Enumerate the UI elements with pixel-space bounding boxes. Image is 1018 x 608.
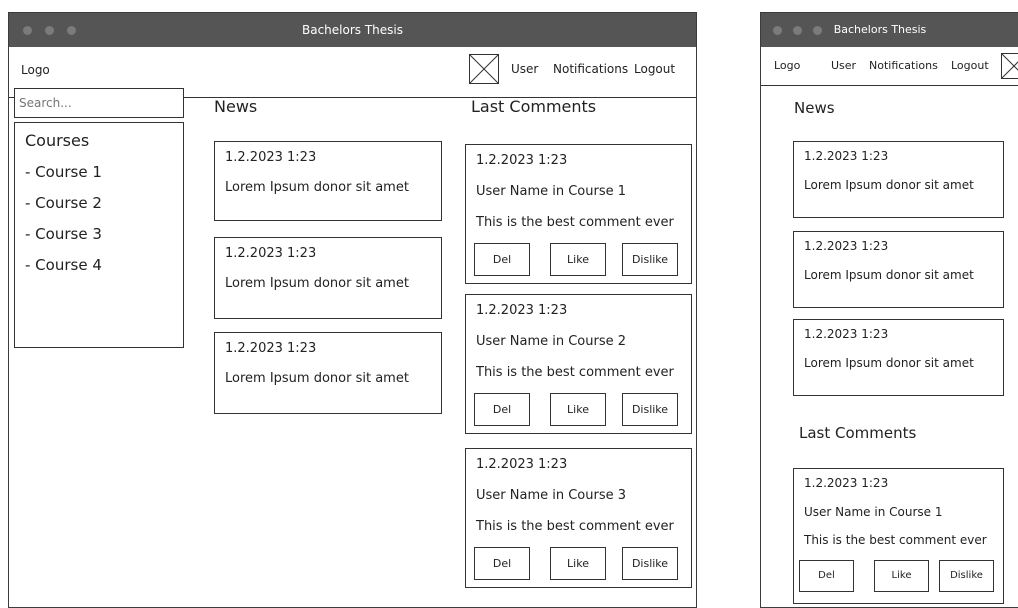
comment-date: 1.2.2023 1:23	[476, 303, 568, 318]
course-link-4[interactable]: - Course 4	[25, 256, 102, 274]
user-link[interactable]: User	[831, 59, 856, 72]
news-card: 1.2.2023 1:23 Lorem Ipsum donor sit amet	[793, 141, 1004, 218]
title-bar: Bachelors Thesis	[761, 13, 1018, 47]
comment-card: 1.2.2023 1:23 User Name in Course 2 This…	[465, 294, 692, 434]
news-date: 1.2.2023 1:23	[804, 149, 889, 163]
news-card: 1.2.2023 1:23 Lorem Ipsum donor sit amet	[214, 141, 442, 221]
mobile-window: Bachelors Thesis Logo User Notifications…	[760, 12, 1018, 608]
news-text: Lorem Ipsum donor sit amet	[804, 356, 974, 370]
last-comments-heading: Last Comments	[471, 97, 597, 116]
del-button[interactable]: Del	[474, 393, 530, 426]
window-title: Bachelors Thesis	[301, 23, 403, 37]
logout-link[interactable]: Logout	[951, 59, 989, 72]
comment-text: This is the best comment ever	[476, 365, 674, 380]
comment-user: User Name in Course 3	[476, 488, 627, 503]
comment-user: User Name in Course 2	[476, 334, 627, 349]
like-button[interactable]: Like	[550, 243, 606, 276]
last-comments-heading: Last Comments	[799, 424, 917, 442]
news-card: 1.2.2023 1:23 Lorem Ipsum donor sit amet	[793, 319, 1004, 396]
news-date: 1.2.2023 1:23	[225, 246, 317, 261]
news-text: Lorem Ipsum donor sit amet	[225, 180, 409, 195]
title-bar: Bachelors Thesis	[9, 13, 696, 47]
course-link-3[interactable]: - Course 3	[25, 225, 102, 243]
logout-link[interactable]: Logout	[634, 62, 675, 76]
search-input[interactable]	[14, 88, 184, 118]
like-button[interactable]: Like	[550, 547, 606, 580]
comment-text: This is the best comment ever	[476, 215, 674, 230]
like-button[interactable]: Like	[874, 560, 929, 592]
notifications-link[interactable]: Notifications	[553, 62, 628, 76]
comment-card: 1.2.2023 1:23 User Name in Course 3 This…	[465, 448, 692, 588]
desktop-window: Bachelors Thesis Logo User Notifications…	[8, 12, 697, 608]
news-heading: News	[214, 97, 258, 116]
dislike-button[interactable]: Dislike	[622, 547, 678, 580]
courses-panel: Courses - Course 1 - Course 2 - Course 3…	[14, 122, 184, 348]
del-button[interactable]: Del	[799, 560, 854, 592]
del-button[interactable]: Del	[474, 547, 530, 580]
image-placeholder-icon	[1001, 53, 1018, 79]
courses-title: Courses	[25, 131, 90, 150]
news-date: 1.2.2023 1:23	[804, 327, 889, 341]
notifications-link[interactable]: Notifications	[869, 59, 938, 72]
news-date: 1.2.2023 1:23	[225, 341, 317, 356]
comment-text: This is the best comment ever	[476, 519, 674, 534]
dislike-button[interactable]: Dislike	[939, 560, 994, 592]
news-card: 1.2.2023 1:23 Lorem Ipsum donor sit amet	[214, 237, 442, 319]
news-text: Lorem Ipsum donor sit amet	[225, 276, 409, 291]
news-date: 1.2.2023 1:23	[804, 239, 889, 253]
comment-text: This is the best comment ever	[804, 533, 987, 547]
window-title: Bachelors Thesis	[833, 23, 927, 36]
news-text: Lorem Ipsum donor sit amet	[804, 178, 974, 192]
logo[interactable]: Logo	[774, 59, 800, 72]
like-button[interactable]: Like	[550, 393, 606, 426]
comment-date: 1.2.2023 1:23	[476, 457, 568, 472]
news-heading: News	[794, 99, 835, 117]
comment-card: 1.2.2023 1:23 User Name in Course 1 This…	[465, 144, 692, 284]
user-link[interactable]: User	[511, 62, 538, 76]
news-card: 1.2.2023 1:23 Lorem Ipsum donor sit amet	[214, 332, 442, 414]
app-header: Logo User Notifications Logout	[761, 47, 1018, 86]
dislike-button[interactable]: Dislike	[622, 393, 678, 426]
comment-date: 1.2.2023 1:23	[476, 153, 568, 168]
dislike-button[interactable]: Dislike	[622, 243, 678, 276]
news-card: 1.2.2023 1:23 Lorem Ipsum donor sit amet	[793, 231, 1004, 308]
news-text: Lorem Ipsum donor sit amet	[225, 371, 409, 386]
del-button[interactable]: Del	[474, 243, 530, 276]
comment-user: User Name in Course 1	[476, 184, 627, 199]
comment-user: User Name in Course 1	[804, 505, 943, 519]
comment-date: 1.2.2023 1:23	[804, 476, 889, 490]
image-placeholder-icon	[469, 54, 499, 84]
news-text: Lorem Ipsum donor sit amet	[804, 268, 974, 282]
course-link-2[interactable]: - Course 2	[25, 194, 102, 212]
comment-card: 1.2.2023 1:23 User Name in Course 1 This…	[793, 468, 1004, 604]
course-link-1[interactable]: - Course 1	[25, 163, 102, 181]
logo[interactable]: Logo	[21, 63, 50, 77]
news-date: 1.2.2023 1:23	[225, 150, 317, 165]
